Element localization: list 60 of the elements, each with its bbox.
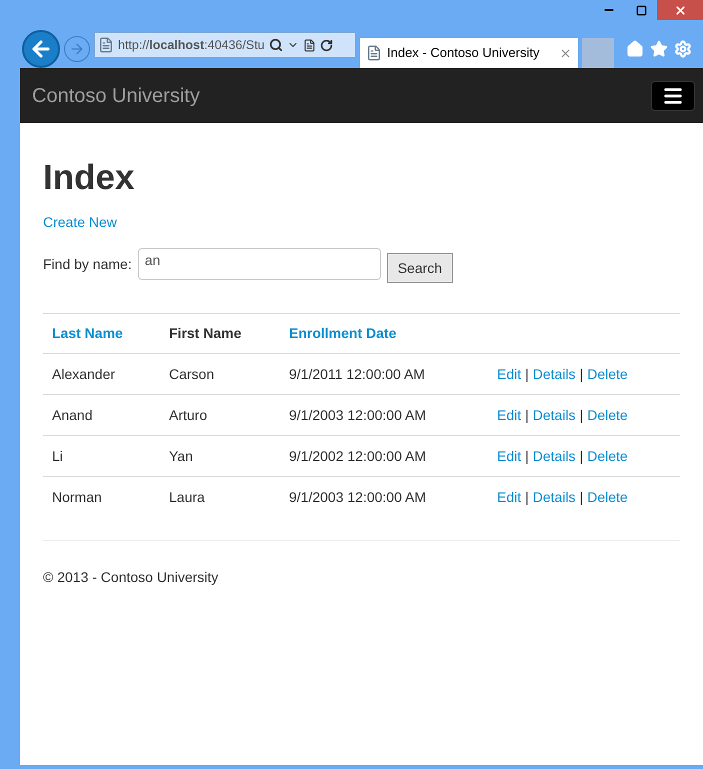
table-cell: 9/1/2003 12:00:00 AM	[289, 406, 426, 422]
tab-title: Index - Contoso University	[387, 44, 540, 62]
action-link[interactable]: Delete	[587, 487, 628, 508]
table-cell: Alexander	[52, 366, 116, 382]
table-cell: Laura	[169, 489, 205, 505]
action-link[interactable]: Delete	[587, 404, 628, 426]
table-cell: Arturo	[169, 406, 208, 422]
table-cell: Yan	[169, 448, 193, 464]
table-cell: 9/1/2003 12:00:00 AM	[289, 489, 426, 505]
star-icon[interactable]	[650, 40, 668, 58]
table-cell: Li	[52, 448, 63, 464]
address-text: http://localhost:40436/Stu	[118, 36, 265, 54]
compat-icon	[302, 38, 316, 52]
action-link[interactable]: Delete	[587, 364, 628, 384]
forward-button[interactable]	[64, 36, 90, 62]
search-button[interactable]: Search	[386, 253, 454, 283]
forward-arrow-icon	[69, 41, 85, 57]
column-header: First Name	[169, 325, 242, 341]
page-heading: Index	[43, 158, 136, 198]
back-button[interactable]	[22, 30, 60, 68]
table-cell: Carson	[169, 366, 214, 382]
separator: |	[580, 364, 584, 384]
column-header-link[interactable]: Last Name	[52, 325, 123, 341]
action-link[interactable]: Details	[532, 487, 576, 508]
action-link[interactable]: Edit	[497, 487, 522, 508]
brand-link[interactable]: Contoso University	[32, 80, 200, 110]
address-bar[interactable]: http://localhost:40436/Stu	[94, 32, 356, 58]
search-icon	[268, 38, 283, 52]
page-icon	[98, 37, 114, 53]
separator: |	[525, 406, 529, 425]
settings-icon[interactable]	[674, 40, 692, 58]
refresh-icon	[320, 38, 333, 52]
action-link[interactable]: Edit	[497, 404, 522, 426]
action-link[interactable]: Edit	[497, 364, 522, 384]
browser-tab[interactable]: Index - Contoso University	[360, 38, 578, 68]
separator: |	[580, 446, 584, 466]
action-link[interactable]: Details	[532, 446, 576, 466]
search-field[interactable]: an	[138, 248, 381, 280]
separator: |	[525, 364, 529, 384]
table-cell: Anand	[52, 406, 92, 422]
close-icon[interactable]	[559, 46, 572, 60]
separator: |	[525, 446, 529, 466]
find-label: Find by name:	[43, 254, 132, 274]
action-link[interactable]: Delete	[587, 446, 628, 466]
table-cell: 9/1/2002 12:00:00 AM	[289, 448, 426, 464]
home-icon[interactable]	[626, 40, 644, 58]
action-link[interactable]: Edit	[497, 446, 522, 466]
separator: |	[580, 488, 584, 507]
separator: |	[580, 406, 584, 425]
separator: |	[525, 488, 529, 507]
footer-text: © 2013 - Contoso University	[43, 569, 218, 585]
table-cell: 9/1/2011 12:00:00 AM	[289, 366, 425, 382]
create-new-link[interactable]: Create New	[43, 212, 117, 233]
action-link[interactable]: Details	[532, 404, 576, 426]
page-icon	[366, 45, 382, 61]
column-header-link[interactable]: Enrollment Date	[289, 325, 396, 341]
menu-button[interactable]	[651, 80, 695, 110]
action-link[interactable]: Details	[532, 364, 576, 384]
table-cell: Norman	[52, 489, 102, 505]
close-icon[interactable]	[657, 0, 703, 20]
